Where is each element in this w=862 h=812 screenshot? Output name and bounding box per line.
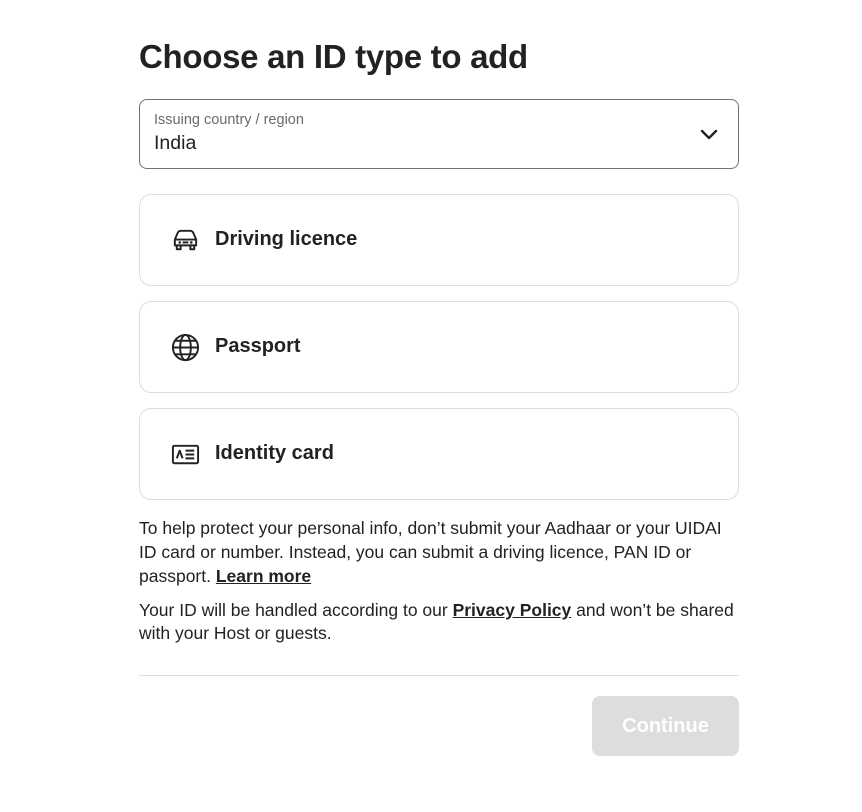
country-region-label: Issuing country / region: [154, 112, 304, 128]
id-option-label: Driving licence: [215, 228, 358, 250]
continue-button[interactable]: Continue: [592, 696, 739, 756]
privacy-policy-link[interactable]: Privacy Policy: [453, 600, 572, 620]
aadhaar-notice: To help protect your personal info, don’…: [139, 516, 739, 588]
privacy-notice: Your ID will be handled according to our…: [139, 599, 739, 645]
id-option-driving-licence[interactable]: Driving licence: [139, 194, 739, 286]
id-option-label: Identity card: [215, 442, 334, 464]
car-icon: [173, 229, 198, 251]
globe-icon: [171, 333, 200, 362]
footer-divider: [139, 675, 739, 676]
id-card-icon: [171, 444, 200, 465]
id-option-identity-card[interactable]: Identity card: [139, 408, 739, 500]
learn-more-link[interactable]: Learn more: [216, 566, 311, 586]
page-title: Choose an ID type to add: [139, 38, 528, 75]
chevron-down-icon: [700, 129, 718, 140]
country-region-value: India: [154, 132, 197, 154]
privacy-notice-before: Your ID will be handled according to our: [139, 600, 453, 620]
id-option-passport[interactable]: Passport: [139, 301, 739, 393]
country-region-select[interactable]: Issuing country / region India: [139, 99, 739, 169]
id-option-label: Passport: [215, 335, 301, 357]
